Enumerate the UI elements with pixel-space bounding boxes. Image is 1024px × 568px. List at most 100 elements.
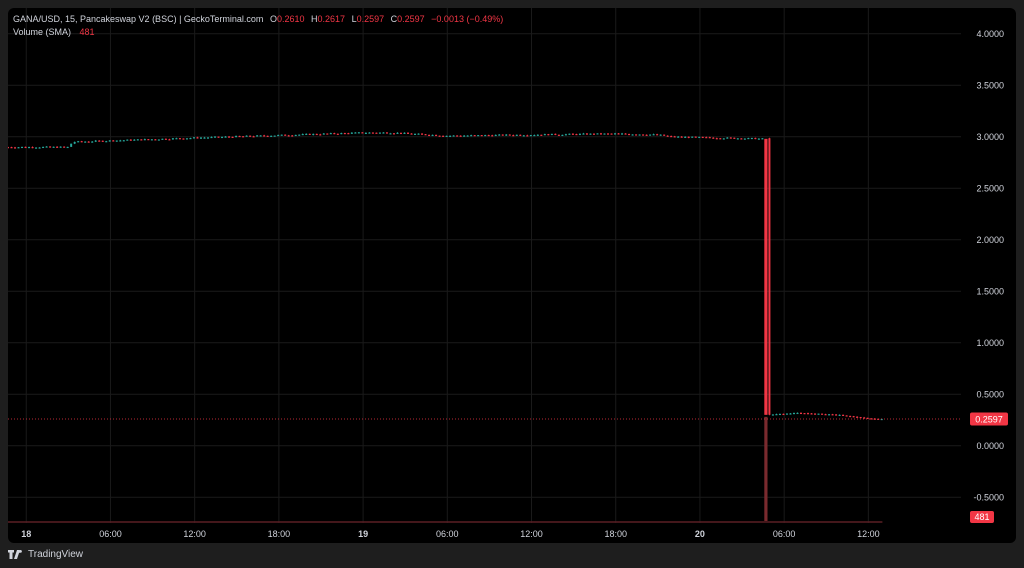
candle-body	[484, 134, 487, 137]
candle-body	[266, 135, 269, 137]
candle-body	[417, 133, 420, 135]
candle-body	[617, 133, 620, 135]
candle-body	[284, 134, 287, 136]
candle-body	[789, 413, 792, 415]
candle-body	[59, 146, 62, 148]
open-value: 0.2610	[276, 14, 305, 24]
candle-body	[768, 138, 771, 415]
candle-body	[52, 146, 55, 148]
last-price-label: 0.2597	[975, 415, 1003, 425]
candle-body	[842, 414, 845, 416]
candle-body	[182, 138, 185, 140]
candle-body	[656, 134, 659, 136]
candle-body	[185, 138, 188, 140]
candle-body	[610, 133, 613, 135]
x-tick-label: 12:00	[183, 529, 206, 539]
candle-body	[621, 133, 624, 135]
change-value: −0.0013 (−0.49%)	[431, 14, 504, 24]
candle-body	[245, 135, 248, 137]
candle-body	[494, 134, 497, 137]
candle-body	[14, 147, 17, 149]
candle-body	[238, 135, 241, 138]
candle-body	[522, 135, 525, 137]
tradingview-logo-icon	[8, 550, 24, 559]
candle-body	[505, 134, 508, 136]
candle-body	[368, 132, 371, 134]
candle-body	[35, 147, 38, 149]
candle-body	[828, 414, 831, 416]
candle-body	[431, 134, 434, 137]
candle-body	[192, 137, 195, 139]
candle-body	[673, 136, 676, 138]
candle-body	[557, 134, 560, 136]
candle-body	[98, 140, 101, 142]
candle-body	[519, 134, 522, 136]
candle-body	[719, 138, 722, 140]
candle-body	[649, 134, 652, 136]
candle-body	[463, 135, 466, 137]
candle-body	[70, 143, 73, 147]
candle-body	[796, 412, 799, 415]
candle-body	[375, 132, 378, 134]
x-tick-label: 19	[358, 529, 368, 539]
candle-body	[315, 133, 318, 136]
candle-body	[154, 139, 157, 141]
candle-body	[845, 415, 848, 417]
candle-body	[133, 139, 136, 141]
candle-body	[199, 137, 202, 139]
candle-body	[680, 136, 683, 138]
candle-body	[480, 135, 483, 137]
candle-body	[736, 138, 739, 140]
candle-body	[687, 136, 690, 138]
candle-body	[382, 132, 385, 134]
candle-body	[750, 137, 753, 140]
candle-body	[270, 135, 273, 137]
candle-body	[775, 414, 778, 416]
candle-body	[136, 139, 139, 141]
x-tick-label: 18	[21, 529, 31, 539]
candle-body	[456, 135, 459, 137]
candle-body	[354, 132, 357, 134]
candle-body	[740, 138, 743, 140]
candle-body	[512, 135, 515, 137]
candle-body	[56, 146, 59, 148]
candle-body	[87, 141, 90, 143]
candle-body	[477, 135, 480, 137]
candle-body	[663, 134, 666, 136]
candle-body	[378, 132, 381, 134]
candle-body	[45, 146, 48, 148]
close-value: 0.2597	[397, 14, 425, 24]
candle-body	[705, 137, 708, 139]
tradingview-branding[interactable]: TradingView	[8, 549, 83, 560]
price-chart[interactable]: 4.0000 3.5000 3.0000 2.5000 2.0000 1.5000 1.00…	[8, 8, 1016, 543]
chart-pane[interactable]: 4.0000 3.5000 3.0000 2.5000 2.0000 1.5000 1.00…	[8, 8, 1016, 543]
candle-body	[31, 146, 34, 149]
y-tick-label: 3.0000	[976, 132, 1004, 142]
y-tick-label: 1.0000	[976, 338, 1004, 348]
candle-body	[442, 135, 445, 137]
candle-body	[821, 413, 824, 415]
candle-body	[399, 132, 402, 134]
candle-body	[221, 136, 224, 139]
candle-body	[592, 133, 595, 135]
candle-body	[66, 146, 69, 149]
candle-body	[863, 417, 866, 419]
open-label: O	[269, 14, 277, 24]
candle-body	[568, 133, 571, 135]
candle-body	[771, 414, 774, 416]
candle-body	[677, 136, 680, 138]
candle-body	[807, 413, 810, 415]
tradingview-label: TradingView	[28, 549, 84, 560]
candle-body	[277, 134, 280, 137]
candle-body	[385, 132, 388, 134]
candle-body	[308, 133, 311, 136]
candle-body	[119, 140, 122, 142]
candle-body	[294, 134, 297, 137]
candle-body	[10, 147, 13, 149]
candle-body	[452, 135, 455, 137]
candle-body	[624, 133, 627, 135]
candle-body	[614, 133, 617, 135]
candle-body	[189, 137, 192, 140]
candle-body	[129, 139, 132, 141]
candle-body	[252, 136, 255, 138]
